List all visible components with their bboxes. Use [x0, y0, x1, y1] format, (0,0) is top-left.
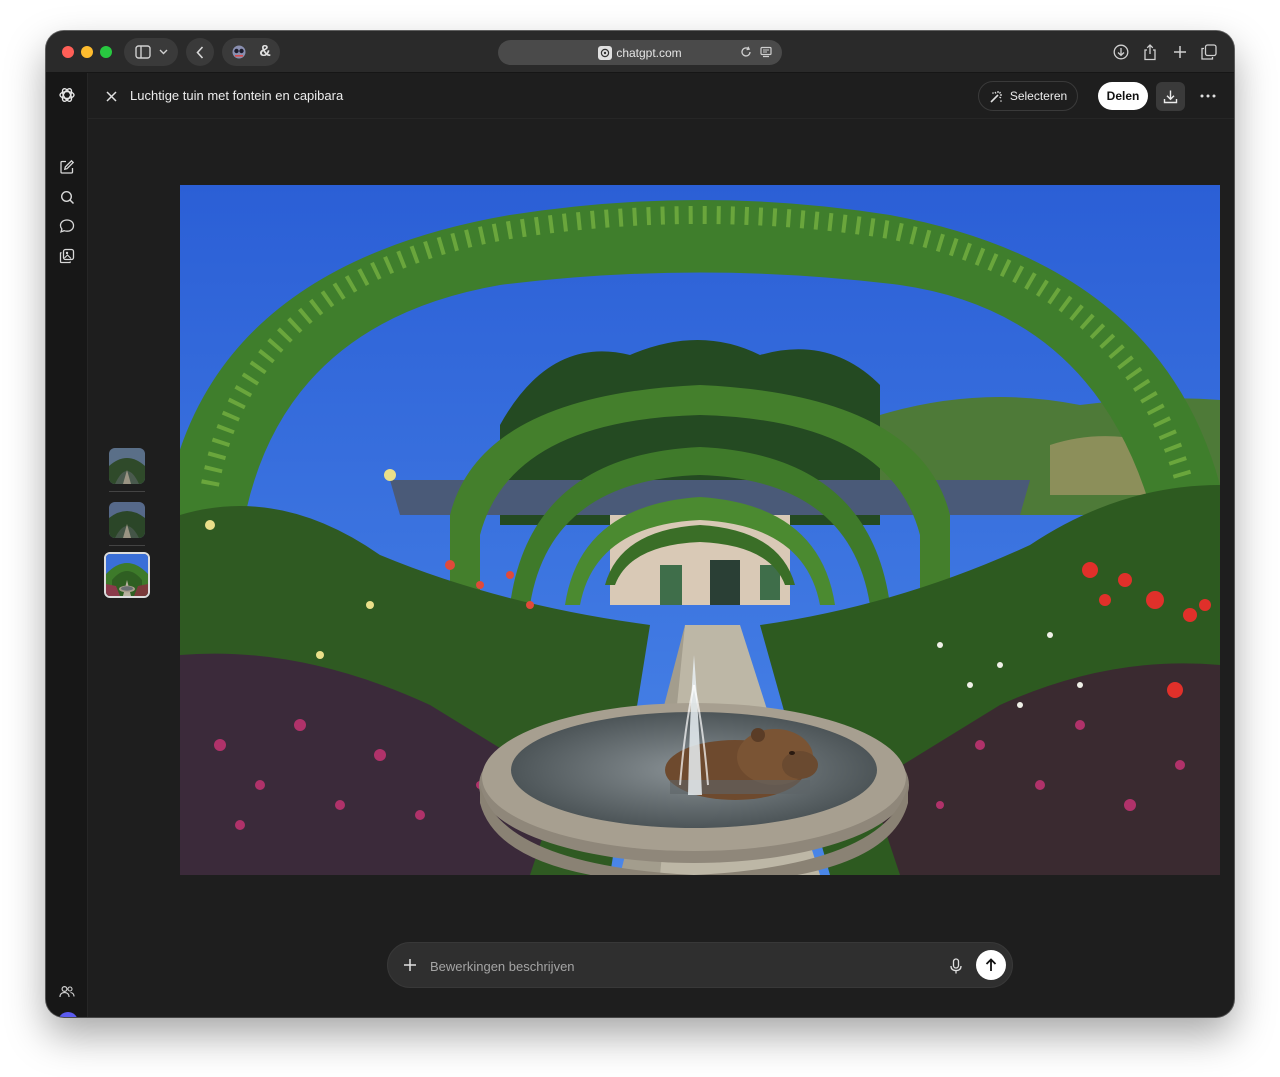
- team-icon[interactable]: [57, 982, 77, 1002]
- edit-prompt-composer: [387, 942, 1013, 988]
- back-arrow-icon[interactable]: [196, 45, 204, 59]
- new-tab-icon[interactable]: [1173, 45, 1187, 59]
- generated-image[interactable]: [180, 185, 1220, 875]
- sidebar-toggle-icon[interactable]: [134, 45, 151, 59]
- extension-icon[interactable]: [231, 45, 247, 59]
- browser-titlebar: & chatgpt.com: [46, 31, 1234, 73]
- new-chat-icon[interactable]: [57, 157, 77, 177]
- add-attachment-icon[interactable]: [402, 957, 418, 973]
- select-brush-icon: [989, 89, 1004, 104]
- send-button[interactable]: [976, 950, 1006, 980]
- thumbnail-divider: [109, 491, 145, 492]
- site-favicon-icon: [598, 45, 613, 60]
- sidebar-toggle-group[interactable]: [124, 38, 178, 66]
- close-icon[interactable]: [105, 90, 117, 102]
- back-button[interactable]: [186, 38, 214, 66]
- downloads-button[interactable]: [1108, 39, 1134, 65]
- ampersand-icon[interactable]: &: [259, 43, 271, 61]
- image-version-thumbnail[interactable]: [109, 448, 145, 484]
- openai-logo-icon[interactable]: [57, 85, 77, 105]
- select-button[interactable]: Selecteren: [978, 81, 1078, 111]
- tabs-overview-button[interactable]: [1196, 39, 1222, 65]
- plan-badge-icon[interactable]: [58, 1012, 78, 1017]
- new-tab-button[interactable]: [1167, 39, 1193, 65]
- share-button[interactable]: Delen: [1098, 82, 1148, 110]
- search-icon[interactable]: [57, 187, 77, 207]
- extensions-group[interactable]: &: [222, 38, 280, 66]
- thumbnail-divider: [109, 545, 145, 546]
- arrow-up-icon[interactable]: [985, 958, 997, 972]
- more-horizontal-icon[interactable]: [1200, 94, 1216, 98]
- garden-fountain-capybara-image: [180, 185, 1220, 875]
- image-version-thumbnail[interactable]: [109, 502, 145, 538]
- image-version-thumbnail-active[interactable]: [104, 552, 150, 598]
- address-bar[interactable]: chatgpt.com: [498, 40, 782, 65]
- downloads-icon[interactable]: [1113, 44, 1129, 60]
- reader-mode-icon[interactable]: [760, 46, 772, 58]
- more-options-button[interactable]: [1196, 87, 1220, 105]
- close-window-button[interactable]: [62, 46, 74, 58]
- app-sidebar: [46, 73, 88, 1017]
- download-button[interactable]: [1156, 82, 1185, 111]
- select-button-label: Selecteren: [1009, 89, 1068, 103]
- tabs-overview-icon[interactable]: [1201, 44, 1217, 60]
- close-editor-button[interactable]: [102, 87, 120, 105]
- library-icon[interactable]: [57, 246, 77, 266]
- browser-window: & chatgpt.com Luchtige tuin met fontein …: [46, 31, 1234, 1017]
- edit-description-input[interactable]: [430, 955, 930, 977]
- share-icon[interactable]: [1143, 43, 1157, 61]
- image-editor-header: Luchtige tuin met fontein en capibara Se…: [88, 73, 1234, 119]
- zoom-window-button[interactable]: [100, 46, 112, 58]
- chat-icon[interactable]: [57, 216, 77, 236]
- chevron-down-icon[interactable]: [159, 49, 168, 55]
- microphone-icon[interactable]: [946, 956, 966, 976]
- share-page-button[interactable]: [1137, 39, 1163, 65]
- page-title: Luchtige tuin met fontein en capibara: [130, 88, 344, 103]
- download-icon[interactable]: [1163, 89, 1178, 104]
- minimize-window-button[interactable]: [81, 46, 93, 58]
- reload-icon[interactable]: [740, 46, 752, 58]
- url-text: chatgpt.com: [616, 45, 682, 60]
